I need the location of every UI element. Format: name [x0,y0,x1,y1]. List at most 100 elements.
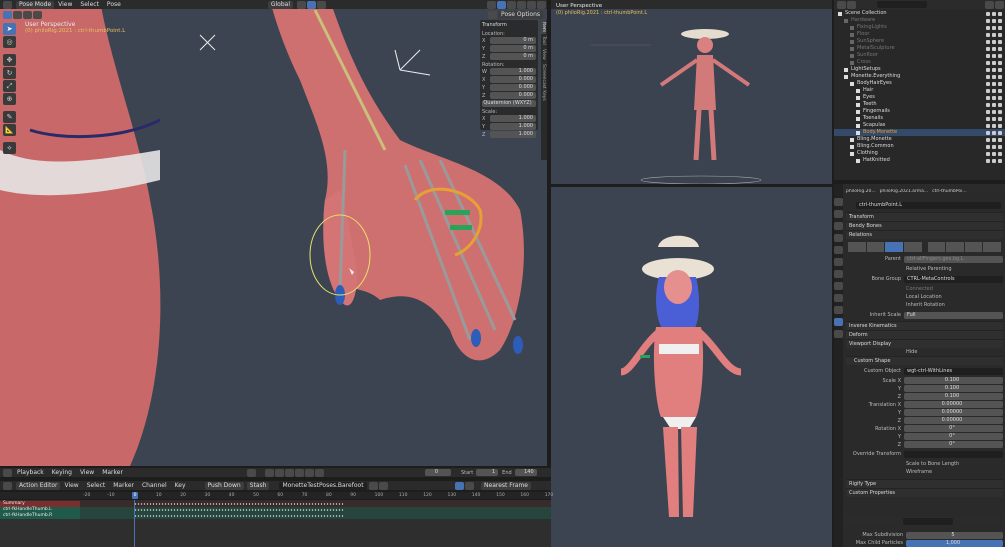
checkbox-icon[interactable] [986,25,990,30]
outliner-item[interactable]: Floor [834,31,1005,38]
scale-field[interactable]: 1.000 [490,131,536,138]
checkbox-icon[interactable] [986,102,990,107]
eye-icon[interactable] [992,109,996,114]
prev-key-icon[interactable] [274,468,284,477]
menu-ae-view[interactable]: View [60,481,82,490]
outliner-item[interactable]: Hair [834,87,1005,94]
outliner-item[interactable]: Clothing [834,150,1005,157]
tab-tool[interactable]: Tool [541,34,546,47]
camera-icon[interactable] [998,109,1002,114]
translation-field[interactable]: 0.00000 [904,409,1003,416]
stash-button[interactable]: Stash [246,481,270,490]
pivot-icon[interactable] [297,0,306,9]
editor-type-icon[interactable] [3,0,12,9]
overlay-icon[interactable] [497,0,506,9]
pose-options-icon[interactable] [488,10,498,19]
scene-props-icon[interactable] [834,246,843,254]
outliner-item[interactable]: LightSetups [834,66,1005,73]
custom-properties-section[interactable]: Custom Properties [846,488,1003,497]
checkbox-icon[interactable] [986,88,990,93]
checkbox-icon[interactable] [986,60,990,65]
outliner-item[interactable]: MetalSculpture [834,45,1005,52]
record-icon[interactable] [246,468,256,477]
transform-tool-icon[interactable]: ⊕ [3,93,16,105]
checkbox-icon[interactable] [986,144,990,149]
menu-ae-key[interactable]: Key [171,481,190,490]
bendy-bones-section[interactable]: Bendy Bones [846,221,1003,230]
fake-user-icon[interactable] [368,481,378,490]
physics-props-icon[interactable] [834,294,843,302]
eye-icon[interactable] [992,88,996,93]
outliner-type-icon[interactable] [837,0,846,9]
eye-icon[interactable] [992,130,996,135]
checkbox-icon[interactable] [986,67,990,72]
inherit-rotation-checkbox[interactable]: Inherit Rotation [906,302,945,308]
scale-field[interactable]: 0.100 [904,385,1003,392]
scale-field[interactable]: 0.100 [904,377,1003,384]
left-viewport[interactable]: Pose Mode View Select Pose Global Pose O… [0,0,547,466]
bone-props-icon[interactable] [834,318,843,326]
outliner-item[interactable]: Scapulas [834,122,1005,129]
rotation-field[interactable]: 0° [904,433,1003,440]
checkbox-icon[interactable] [986,116,990,121]
checkbox-icon[interactable] [986,32,990,37]
outliner-item[interactable]: Scene Collection [834,10,1005,17]
outliner-item[interactable]: Cross [834,59,1005,66]
checkbox-icon[interactable] [986,46,990,51]
filter-icon[interactable] [985,0,994,9]
move-tool-icon[interactable]: ✥ [3,54,16,66]
location-field[interactable]: 0 m [490,53,536,60]
display-mode-icon[interactable] [847,0,856,9]
camera-icon[interactable] [998,137,1002,142]
outliner-item[interactable]: Fingernails [834,108,1005,115]
outliner-item[interactable]: FixingLights [834,24,1005,31]
outliner-item[interactable]: HatKnitted [834,157,1005,164]
annotate-tool-icon[interactable]: ✎ [3,111,16,123]
rotation-field[interactable]: 0° [904,425,1003,432]
output-props-icon[interactable] [834,222,843,230]
menu-timeline-view[interactable]: View [76,468,98,477]
bone-name-field[interactable]: ctrl-thumbPoint.L [856,202,1001,209]
eye-icon[interactable] [992,144,996,149]
eye-icon[interactable] [992,18,996,23]
camera-icon[interactable] [998,39,1002,44]
outliner-item[interactable]: Eyes [834,94,1005,101]
scale-tool-icon[interactable]: ⤢ [3,80,16,92]
checkbox-icon[interactable] [986,130,990,135]
measure-tool-icon[interactable]: 📐 [3,124,16,136]
inverse-kinematics-section[interactable]: Inverse Kinematics [846,321,1003,330]
menu-marker[interactable]: Marker [98,468,127,477]
location-field[interactable]: 0 m [490,45,536,52]
camera-icon[interactable] [998,144,1002,149]
select-box-icon[interactable] [3,10,12,19]
eye-icon[interactable] [992,123,996,128]
menu-view[interactable]: View [54,0,76,9]
eye-icon[interactable] [992,39,996,44]
channel-track[interactable]: ctrl-fkHandleThumb.R [0,513,80,519]
outliner-item[interactable]: Hardware [834,17,1005,24]
select-invert-icon[interactable] [33,10,42,19]
eye-icon[interactable] [992,60,996,65]
checkbox-icon[interactable] [986,95,990,100]
gizmo-icon[interactable] [487,0,496,9]
viewport-display-section[interactable]: Viewport Display [846,339,1003,348]
cursor-tool-icon[interactable]: ◎ [3,36,16,48]
keyframes-summary[interactable] [134,503,344,505]
outliner-item[interactable]: SunSphere [834,38,1005,45]
camera-icon[interactable] [998,116,1002,121]
scale-field[interactable]: 1.000 [490,123,536,130]
camera-icon[interactable] [998,25,1002,30]
proportional-icon[interactable] [317,0,326,9]
camera-icon[interactable] [998,123,1002,128]
filter-only-selected-icon[interactable] [455,481,465,490]
camera-icon[interactable] [998,53,1002,58]
eye-icon[interactable] [992,32,996,37]
render-props-icon[interactable] [834,210,843,218]
start-frame-field[interactable]: 1 [476,469,499,476]
eye-icon[interactable] [992,102,996,107]
camera-icon[interactable] [998,88,1002,93]
connected-checkbox[interactable]: Connected [906,286,933,292]
scale-to-bone-length-checkbox[interactable]: Scale to Bone Length [906,461,959,467]
checkbox-icon[interactable] [986,39,990,44]
custom-shape-section[interactable]: Custom Shape [846,356,1003,365]
